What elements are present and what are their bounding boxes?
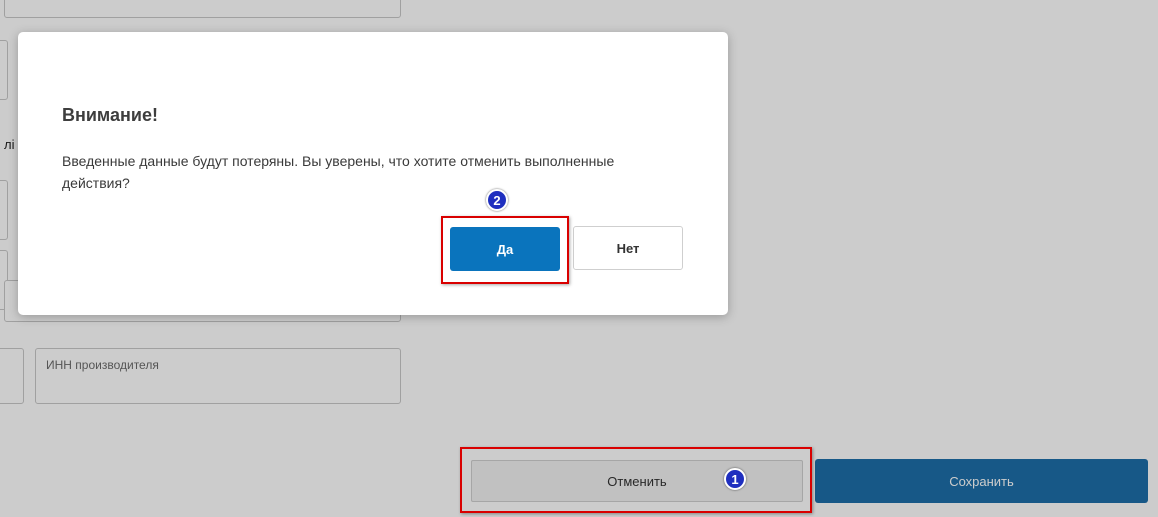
- highlight-cancel-button: [460, 447, 812, 513]
- dialog-title: Внимание!: [62, 105, 158, 125]
- dialog-message: Введенные данные будут потеряны. Вы увер…: [62, 153, 615, 191]
- highlight-yes-button: [441, 216, 569, 284]
- no-button[interactable]: Нет: [573, 226, 683, 270]
- step-badge-2: 2: [486, 189, 508, 211]
- step-badge-1: 1: [724, 468, 746, 490]
- confirm-dialog: Внимание! Введенные данные будут потерян…: [18, 32, 728, 315]
